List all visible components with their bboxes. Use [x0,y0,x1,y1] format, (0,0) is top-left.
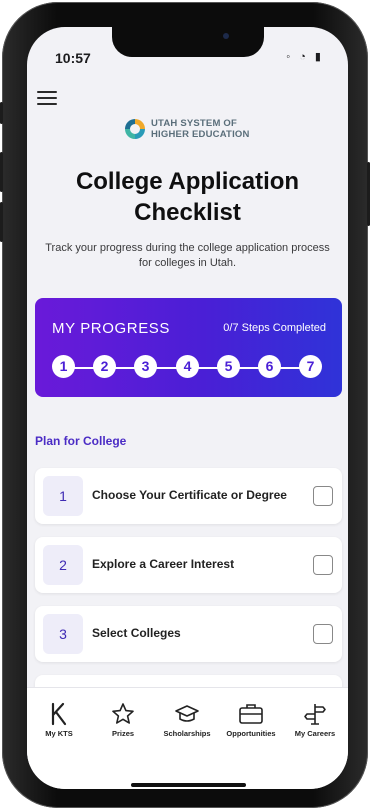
checklist-item[interactable]: 1 Choose Your Certificate or Degree [35,468,342,524]
checklist-item[interactable]: 2 Explore a Career Interest [35,537,342,593]
bottom-tab-bar: My KTS Prizes Scholarships Opportunities… [27,687,348,789]
progress-step-3[interactable]: 3 [134,355,157,378]
notch [112,27,264,57]
ushe-logo: UTAH SYSTEM OF HIGHER EDUCATION [123,117,250,141]
page-title: College Application Checklist [27,166,348,228]
tab-label: My KTS [45,729,73,738]
graduation-cap-icon [175,705,199,722]
progress-step-7[interactable]: 7 [299,355,322,378]
home-indicator [131,783,246,787]
checklist-item-number: 1 [43,476,83,516]
checklist-checkbox[interactable] [313,486,333,506]
tab-opportunities[interactable]: Opportunities [219,702,283,738]
status-time: 10:57 [55,50,91,66]
tab-label: Opportunities [226,729,276,738]
progress-count: 0/7 Steps Completed [223,322,326,334]
progress-step-1[interactable]: 1 [52,355,75,378]
progress-step-4[interactable]: 4 [176,355,199,378]
checklist-item[interactable]: 3 Select Colleges [35,606,342,662]
tab-my-kts[interactable]: My KTS [27,702,91,738]
logo-line1: UTAH SYSTEM OF [151,118,238,129]
checklist-item-label: Select Colleges [92,626,181,640]
briefcase-icon [239,704,263,724]
page-title-line2: Checklist [134,199,241,226]
progress-step-2[interactable]: 2 [93,355,116,378]
checklist-item-label: Explore a Career Interest [92,557,235,571]
progress-step-5[interactable]: 5 [217,355,240,378]
ushe-logo-icon [125,119,145,139]
tab-label: My Careers [294,729,336,738]
app-screen: 10:57 ◦ ◔ ▮ UTAH SYSTEM OF HIGHER EDUCAT… [27,27,348,789]
checklist-checkbox[interactable] [313,624,333,644]
volume-up-button [0,152,3,192]
tab-scholarships[interactable]: Scholarships [155,702,219,738]
section-label: Plan for College [35,434,127,448]
checklist-item-number: 3 [43,614,83,654]
tab-label: Prizes [111,729,135,738]
logo-line2: HIGHER EDUCATION [151,129,250,140]
checklist-item-label: Choose Your Certificate or Degree [92,488,287,502]
status-icons: ◦ ◔ ▮ [286,51,324,63]
phone-frame: 10:57 ◦ ◔ ▮ UTAH SYSTEM OF HIGHER EDUCAT… [0,2,370,808]
checklist-item-number: 2 [43,545,83,585]
page-subtitle: Track your progress during the college a… [45,242,330,269]
star-icon [112,703,134,724]
hamburger-menu-icon[interactable] [37,91,57,107]
kts-logo-icon [51,702,67,726]
volume-down-button [0,202,3,242]
progress-title: MY PROGRESS [52,320,171,337]
power-button [367,162,370,226]
mute-switch [0,102,3,124]
checklist-checkbox[interactable] [313,555,333,575]
camera-icon [223,33,229,39]
signpost-icon [304,704,326,725]
tab-prizes[interactable]: Prizes [91,702,155,738]
tab-my-careers[interactable]: My Careers [283,702,347,738]
tab-label: Scholarships [163,729,211,738]
progress-step-6[interactable]: 6 [258,355,281,378]
page-title-line1: College Application [75,168,300,195]
progress-card: MY PROGRESS 0/7 Steps Completed 1 2 3 4 … [35,298,342,397]
